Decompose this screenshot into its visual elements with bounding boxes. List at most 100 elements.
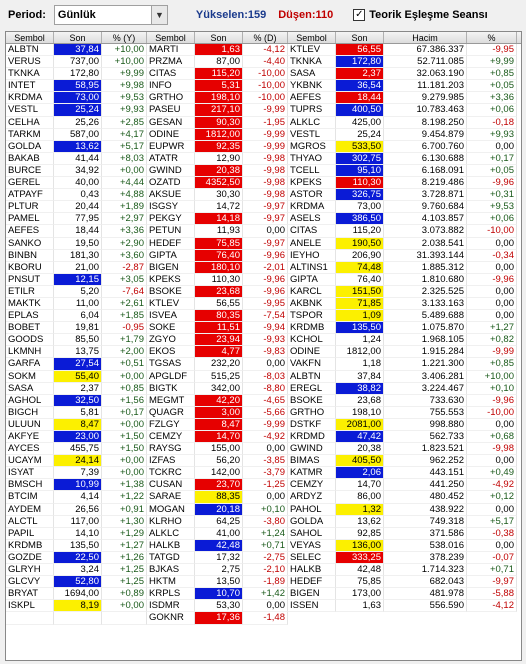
table-row[interactable]: GLRYH 3,24 +1,25 BJKAS 2,75 -2,10 HALKB 42,48 1.… <box>6 564 521 577</box>
table-row[interactable]: ULUUN 8,47 +0,00 FZLGY 8,47 -9,99 DSTKF 2081,00… <box>6 418 521 431</box>
change-pct-cell: +2,00 <box>102 346 147 359</box>
table-row[interactable]: ISYAT 7,39 +0,00 TCKRC 142,00 -3,79 KATMR 2,06 4… <box>6 467 521 480</box>
table-row[interactable]: GOZDE 22,50 +1,26 TATGD 17,32 -2,75 SELEC 333,2… <box>6 551 521 565</box>
table-row[interactable]: EPLAS 6,04 +1,85 ISVEA 80,35 -7,54 TSPOR 1,09 5.… <box>6 310 521 323</box>
table-row[interactable]: UCAYM 24,14 +0,00 IZFAS 56,20 -3,85 BIMAS 405,5… <box>6 455 521 468</box>
header-last[interactable]: Son <box>336 32 384 43</box>
table-row[interactable]: BRYAT 1694,00 +0,89 KRPLS 10,70 +1,42 BIGEN 173… <box>6 588 521 601</box>
table-row[interactable]: BURCE 34,92 +0,00 GWIND 20,38 -9,98 TCELL 95,10… <box>6 164 521 178</box>
table-row[interactable]: AYCES 455,75 +1,50 RAYSG 155,00 0,00 GWIND 20,3… <box>6 443 521 456</box>
table-row[interactable]: ATPAYF 0,43 +4,88 AKSUE 30,30 -9,98 ASTOR 326,7… <box>6 189 521 202</box>
table-row[interactable]: ALCTL 117,00 +1,30 KLRHO 64,25 -3,80 GOLDA 13,6… <box>6 515 521 528</box>
last-price-cell: 25,24 <box>54 104 102 117</box>
table-row[interactable]: MAKTK 11,00 +2,61 KTLEV 56,55 -9,95 AKBNK 71,85… <box>6 297 521 311</box>
table-row[interactable]: ETILR 5,20 -7,64 BSOKE 23,68 -9,96 KARCL 151,50… <box>6 285 521 298</box>
symbol-cell: EPLAS <box>6 310 54 323</box>
table-row[interactable]: VERUS 737,00 +10,00 PRZMA 87,00 -4,40 TKNKA 172… <box>6 56 521 69</box>
table-row[interactable]: VESTL 25,24 +9,93 PASEU 217,10 -9,99 TUPRS 400,… <box>6 104 521 117</box>
volume-cell: 11.181.203 <box>384 80 467 93</box>
last-price-cell: 4,77 <box>195 346 243 359</box>
header-symbol[interactable]: Sembol <box>6 32 54 43</box>
table-row[interactable]: PNSUT 12,15 +3,05 KPEKS 110,30 -9,96 GIPTA 76,4… <box>6 273 521 286</box>
header-pct[interactable]: % <box>467 32 517 43</box>
table-row[interactable]: SOKM 55,40 +0,00 APGLDF 515,25 -8,03 ALBTN 37,8… <box>6 370 521 383</box>
table-row[interactable]: BAKAB 41,44 +8,03 ATATR 12,90 -9,98 THYAO 302,7… <box>6 152 521 165</box>
change-pct-cell: -1,89 <box>243 576 288 589</box>
change-pct-cell: -9,97 <box>467 576 517 589</box>
last-price-cell: 23,68 <box>195 285 243 298</box>
volume-cell: 6.130.688 <box>384 152 467 165</box>
table-row[interactable]: SASA 2,37 +0,85 BIGTK 342,00 -8,80 EREGL 38,82 3… <box>6 382 521 395</box>
last-price-cell: 41,44 <box>54 152 102 165</box>
table-row[interactable]: TKNKA 172,80 +9,99 CITAS 115,20 -10,00 SASA 2,3… <box>6 68 521 81</box>
header-last[interactable]: Son <box>54 32 102 43</box>
table-row[interactable]: SANKO 19,50 +2,90 HEDEF 75,85 -9,97 ANELE 190,5… <box>6 237 521 250</box>
table-row[interactable]: PAMEL 77,95 +2,97 PEKGY 14,18 -9,97 ASELS 386,5… <box>6 213 521 226</box>
table-row[interactable]: BINBN 181,30 +3,60 GIPTA 76,40 -9,96 IEYHO 206,… <box>6 249 521 262</box>
table-row[interactable]: AKFYE 23,00 +1,50 CEMZY 14,70 -4,92 KRDMD 47,42… <box>6 431 521 444</box>
symbol-cell: ATATR <box>147 152 195 165</box>
header-last[interactable]: Son <box>195 32 243 43</box>
symbol-cell: KPEKS <box>147 273 195 286</box>
chevron-down-icon[interactable]: ▼ <box>150 6 167 24</box>
table-row[interactable]: ISKPL 8,19 +0,00 ISDMR 53,30 0,00 ISSEN 1,63 556… <box>6 600 521 613</box>
last-price-cell: 95,10 <box>336 164 384 178</box>
header-volume[interactable]: Hacim <box>384 32 467 43</box>
table-row[interactable]: TARKM 587,00 +4,17 ODINE 1812,00 -9,99 VESTL 25… <box>6 128 521 141</box>
volume-cell: 8.219.486 <box>384 177 467 190</box>
toolbar: Period: Günlük ▼ Yükselen:159 Düşen:110 … <box>0 0 526 30</box>
theoretical-session-toggle[interactable]: ✓ Teorik Eşleşme Seansı <box>353 9 488 21</box>
last-price-cell: 53,30 <box>195 600 243 613</box>
header-pct-up[interactable]: % (Y) <box>102 32 147 43</box>
table-row[interactable]: PAPIL 14,10 +1,29 ALKLC 41,00 +1,24 SAHOL 92,85… <box>6 527 521 540</box>
table-row[interactable]: INTET 58,95 +9,98 INFO 5,31 -10,00 YKBNK 36,54 1… <box>6 80 521 93</box>
table-row[interactable]: GARFA 27,54 +0,51 TGSAS 232,20 0,00 VAKFN 1,18 1… <box>6 358 521 371</box>
period-dropdown[interactable]: Günlük ▼ <box>53 5 168 25</box>
last-price-cell: 8,19 <box>54 600 102 613</box>
symbol-cell: TCELL <box>288 164 336 178</box>
symbol-cell: INTET <box>6 80 54 93</box>
header-symbol[interactable]: Sembol <box>288 32 336 43</box>
symbol-cell: ALTINS1 <box>288 261 336 274</box>
table-row[interactable]: BOBET 19,81 -0,95 SOKE 11,51 -9,94 KRDMB 135,50… <box>6 322 521 335</box>
checkbox-checked-icon[interactable]: ✓ <box>353 9 366 21</box>
last-price-cell: 232,20 <box>195 358 243 371</box>
header-pct-down[interactable]: % (D) <box>243 32 288 43</box>
table-row[interactable]: KBORU 21,00 -2,87 BIGEN 180,10 -2,01 ALTINS1 74… <box>6 261 521 274</box>
last-price-cell: 37,84 <box>54 44 102 57</box>
table-row[interactable]: AGHOL 32,50 +1,56 MEGMT 42,20 -4,65 BSOKE 23,68… <box>6 394 521 407</box>
table-row[interactable]: GOKNR 17,36 -1,48 <box>6 612 521 625</box>
table-row[interactable]: GEREL 40,00 +4,44 OZATD 4352,50 -9,98 KPEKS 110… <box>6 177 521 190</box>
symbol-cell: KBORU <box>6 261 54 274</box>
table-row[interactable]: AYDEM 26,56 +0,91 MOGAN 20,18 +0,10 PAHOL 1,32 4… <box>6 503 521 516</box>
table-row[interactable]: GOODS 85,50 +1,79 ZGYO 23,94 -9,93 KCHOL 1,24 1.… <box>6 334 521 347</box>
symbol-cell: GOKNR <box>147 612 195 625</box>
header-symbol[interactable]: Sembol <box>147 32 195 43</box>
change-pct-cell: -10,00 <box>467 225 517 238</box>
table-row[interactable]: BIGCH 5,81 +0,17 QUAGR 3,00 -5,66 GRTHO 198,10 7… <box>6 406 521 419</box>
change-pct-cell: +4,17 <box>102 128 147 141</box>
last-price-cell: 405,50 <box>336 455 384 468</box>
change-pct-cell: +0,85 <box>467 358 517 371</box>
change-pct-cell: +0,17 <box>467 152 517 165</box>
table-row[interactable]: AEFES 18,44 +3,36 PETUN 11,93 0,00 CITAS 115,20… <box>6 225 521 238</box>
table-row[interactable]: CELHA 25,26 +2,85 GESAN 90,30 -1,95 ALKLC 425,0… <box>6 116 521 129</box>
last-price-cell: 6,04 <box>54 310 102 323</box>
last-price-cell: 135,50 <box>336 322 384 335</box>
symbol-cell: ATPAYF <box>6 189 54 202</box>
table-row[interactable]: GOLDA 13,62 +5,17 EUPWR 92,35 -9,99 MGROS 533,5… <box>6 140 521 153</box>
change-pct-cell: +1,30 <box>102 515 147 528</box>
table-row[interactable]: ALBTN 37,84 +10,00 MARTI 1,63 -4,12 KTLEV 56,55… <box>6 44 521 57</box>
empty-cell <box>54 612 102 625</box>
table-row[interactable]: KRDMB 135,50 +1,27 HALKB 42,48 +0,71 VEYAS 136,… <box>6 539 521 552</box>
table-row[interactable]: KRDMA 73,00 +9,53 GRTHO 198,10 -10,00 AEFES 18,… <box>6 92 521 105</box>
change-pct-cell: -0,07 <box>467 551 517 565</box>
table-row[interactable]: PLTUR 20,44 +1,89 ISGSY 14,72 -9,97 KRDMA 73,00… <box>6 201 521 214</box>
table-row[interactable]: BTCIM 4,14 +1,22 SARAE 88,35 0,00 ARDYZ 86,00 48… <box>6 491 521 504</box>
volume-cell: 32.063.190 <box>384 68 467 81</box>
table-row[interactable]: BMSCH 10,99 +1,38 CUSAN 23,70 -1,25 CEMZY 14,70… <box>6 479 521 492</box>
table-row[interactable]: LKMNH 13,75 +2,00 EKOS 4,77 -9,83 ODINE 1812,00… <box>6 346 521 359</box>
table-row[interactable]: GLCVY 52,80 +1,25 HKTM 13,50 -1,89 HEDEF 75,85 6… <box>6 576 521 589</box>
change-pct-cell: +0,31 <box>467 189 517 202</box>
last-price-cell: 8,47 <box>54 418 102 431</box>
